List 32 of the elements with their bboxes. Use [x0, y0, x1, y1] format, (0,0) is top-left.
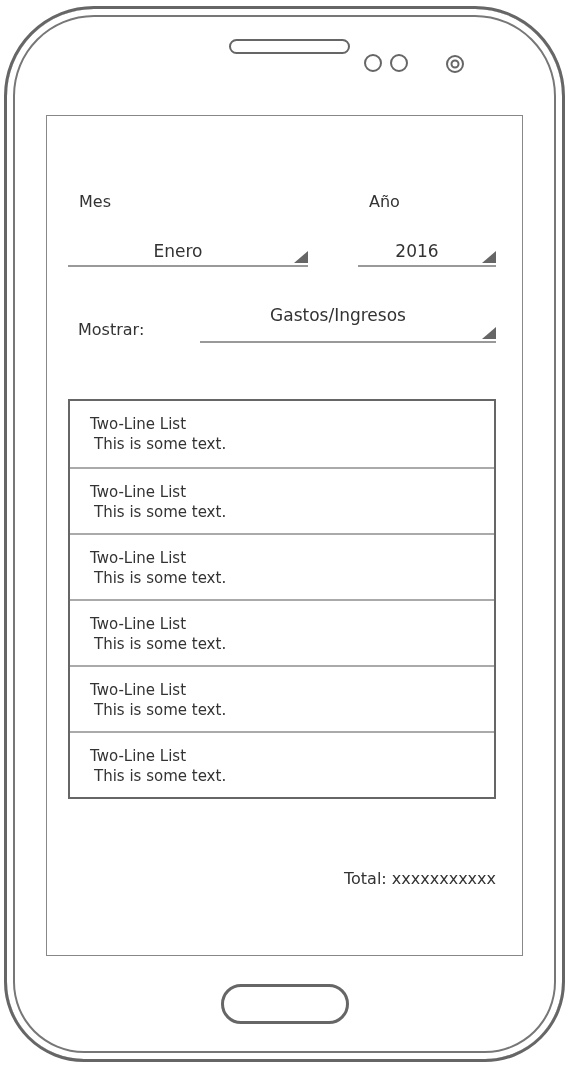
item-title: Two-Line List — [90, 549, 187, 567]
dropdown-arrow-icon — [294, 251, 308, 263]
item-text: This is some text. — [94, 569, 227, 587]
speaker-icon — [229, 39, 350, 54]
list-item[interactable]: Two-Line List This is some text. — [70, 665, 494, 731]
list-item[interactable]: Two-Line List This is some text. — [70, 401, 494, 467]
field-label: Año — [369, 192, 400, 211]
field-label: Mostrar: — [78, 320, 145, 339]
dropdown[interactable]: 2016 — [358, 237, 496, 267]
camera-icon — [445, 53, 465, 75]
total-text: Total: xxxxxxxxxxx — [344, 869, 496, 888]
list-item[interactable]: Two-Line List This is some text. — [70, 533, 494, 599]
field-label: Mes — [79, 192, 111, 211]
sensor-icon — [364, 53, 408, 73]
item-title: Two-Line List — [90, 615, 187, 633]
dropdown-arrow-icon — [482, 327, 496, 339]
item-text: This is some text. — [94, 435, 227, 453]
item-text: This is some text. — [94, 767, 227, 785]
item-title: Two-Line List — [90, 483, 187, 501]
item-title: Two-Line List — [90, 681, 187, 699]
list-item[interactable]: Two-Line List This is some text. — [70, 599, 494, 665]
item-text: This is some text. — [94, 701, 227, 719]
dropdown-arrow-icon — [482, 251, 496, 263]
dropdown[interactable]: Gastos/Ingresos — [200, 305, 496, 343]
item-text: This is some text. — [94, 635, 227, 653]
list-item[interactable]: Two-Line List This is some text. — [70, 731, 494, 797]
list-item[interactable]: Two-Line List This is some text. — [70, 467, 494, 533]
item-text: This is some text. — [94, 503, 227, 521]
item-title: Two-Line List — [90, 747, 187, 765]
dropdown[interactable]: Enero — [68, 237, 308, 267]
item-title: Two-Line List — [90, 415, 187, 433]
home-button[interactable] — [220, 983, 349, 1024]
